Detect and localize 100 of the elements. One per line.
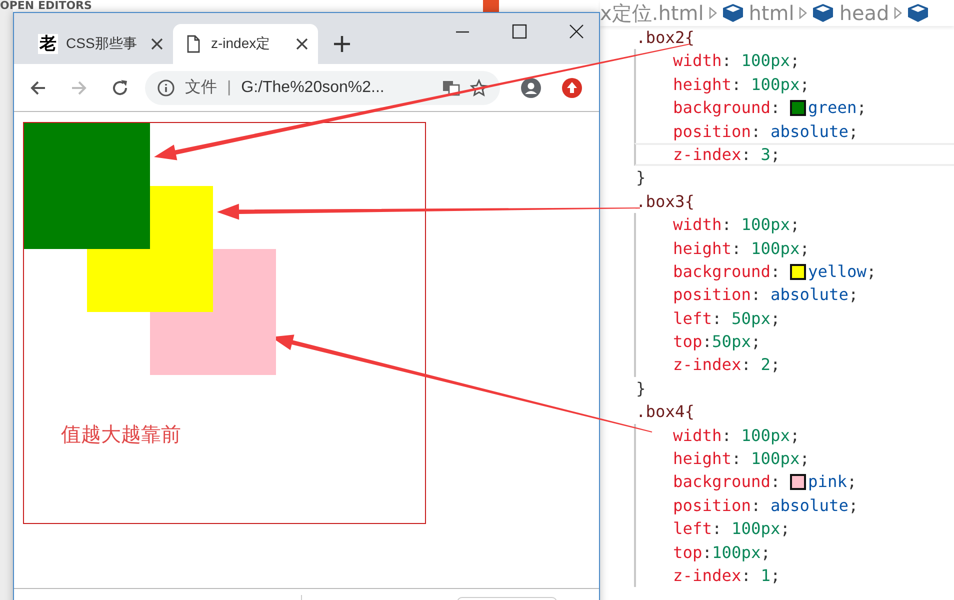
url-text: G:/The%20son%2... (241, 78, 386, 96)
code-token: .box4{ (636, 401, 694, 424)
code-token: z-index (673, 564, 742, 587)
sidebar-header: OPEN EDITORS (0, 0, 92, 12)
favicon: 老 (38, 34, 58, 54)
code-token: ; (848, 284, 858, 306)
code-token: ; (790, 50, 800, 72)
code-token: height (673, 74, 732, 96)
code-token: .box3{ (636, 190, 694, 213)
code-token: : (702, 331, 712, 354)
browser-tab[interactable]: 老 CSS那些事 (28, 24, 173, 64)
code-token: } (636, 378, 646, 400)
code-token: 100px (750, 448, 800, 470)
breadcrumb-item[interactable]: x定位.html (600, 0, 704, 26)
code-token: ; (848, 494, 858, 517)
code-token: pink (808, 471, 847, 494)
code-token: position (673, 494, 751, 517)
code-token: : (770, 97, 782, 120)
code-token: absolute (770, 284, 848, 306)
code-token: ; (800, 448, 810, 470)
code-token: : (750, 494, 762, 517)
close-icon[interactable] (296, 38, 308, 50)
separator: | (227, 78, 232, 96)
code-token: ; (770, 144, 780, 166)
code-token: : (750, 120, 762, 143)
code-token: height (673, 238, 732, 260)
code-token: ; (750, 331, 761, 354)
code-token: 100px (750, 74, 800, 96)
code-token: 100px (741, 50, 790, 72)
code-token: 100px (731, 518, 780, 540)
code-token: : (770, 471, 782, 494)
caption-text: 值越大越靠前 (61, 421, 181, 448)
code-token: : (731, 238, 742, 260)
code-token: : (770, 260, 782, 283)
color-swatch[interactable] (790, 474, 806, 490)
code-token: width (673, 214, 722, 236)
code-token: top (673, 331, 702, 354)
code-token: position (673, 284, 751, 306)
update-icon[interactable] (562, 78, 582, 98)
browser-tab[interactable]: z-index定 (173, 24, 318, 64)
code-token: ; (848, 120, 858, 143)
code-token: ; (770, 564, 780, 587)
profile-icon[interactable] (521, 78, 541, 98)
maximize-icon[interactable] (511, 23, 528, 40)
code-token: ; (760, 542, 770, 564)
color-swatch[interactable] (790, 100, 806, 116)
code-token: 1 (760, 564, 770, 587)
code-token: 50px (731, 308, 770, 330)
code-token: : (722, 424, 732, 447)
chevron-icon (894, 7, 902, 19)
code-token: z-index (673, 354, 742, 376)
close-icon[interactable] (568, 23, 585, 40)
code-token: ; (800, 74, 810, 96)
code-token: background (673, 260, 770, 283)
star-icon[interactable] (470, 78, 488, 96)
code-token: position (673, 120, 751, 143)
code-token: .box2{ (636, 27, 694, 49)
code-token: } (636, 167, 646, 190)
code-token: ; (800, 238, 810, 260)
code-token: background (673, 471, 770, 494)
code-token: : (750, 284, 762, 306)
cube-icon (907, 3, 930, 23)
code-token: ; (770, 308, 780, 330)
plus-icon[interactable] (332, 34, 352, 54)
code-token: top (673, 542, 702, 564)
color-swatch[interactable] (790, 264, 806, 280)
breadcrumb-item[interactable]: html (748, 1, 794, 25)
cube-icon (722, 3, 744, 23)
chevron-icon (799, 7, 808, 19)
code-token: 100px (712, 542, 761, 564)
address-bar[interactable]: 文件 | G:/The%20son%2... (145, 70, 500, 104)
code-token: width (673, 50, 722, 72)
site-label: 文件 (185, 78, 217, 98)
code-token: height (673, 448, 732, 470)
code-token: z-index (673, 144, 742, 166)
chevron-icon (708, 7, 717, 19)
code-token: width (673, 424, 722, 447)
code-token: ; (790, 214, 800, 236)
html-file-icon (483, 0, 499, 12)
code-token: : (722, 50, 732, 72)
code-token: 100px (741, 214, 790, 236)
code-token: : (722, 214, 732, 236)
code-token: ; (846, 471, 857, 494)
code-token: : (712, 308, 723, 330)
code-token: : (741, 564, 752, 587)
code-token: : (702, 542, 712, 564)
code-token: : (712, 518, 723, 540)
code-token: : (741, 144, 752, 166)
code-token: absolute (770, 120, 848, 143)
cube-icon (812, 3, 834, 23)
code-token: background (673, 97, 770, 120)
breadcrumb-item[interactable]: head (839, 1, 890, 25)
reload-icon[interactable] (110, 78, 130, 98)
code-token: green (808, 97, 857, 120)
info-icon[interactable] (157, 78, 175, 96)
code-token: 2 (760, 354, 770, 376)
code-token: 100px (741, 424, 790, 447)
code-token: ; (780, 518, 790, 540)
code-token: : (731, 448, 742, 470)
close-icon[interactable] (151, 38, 163, 50)
